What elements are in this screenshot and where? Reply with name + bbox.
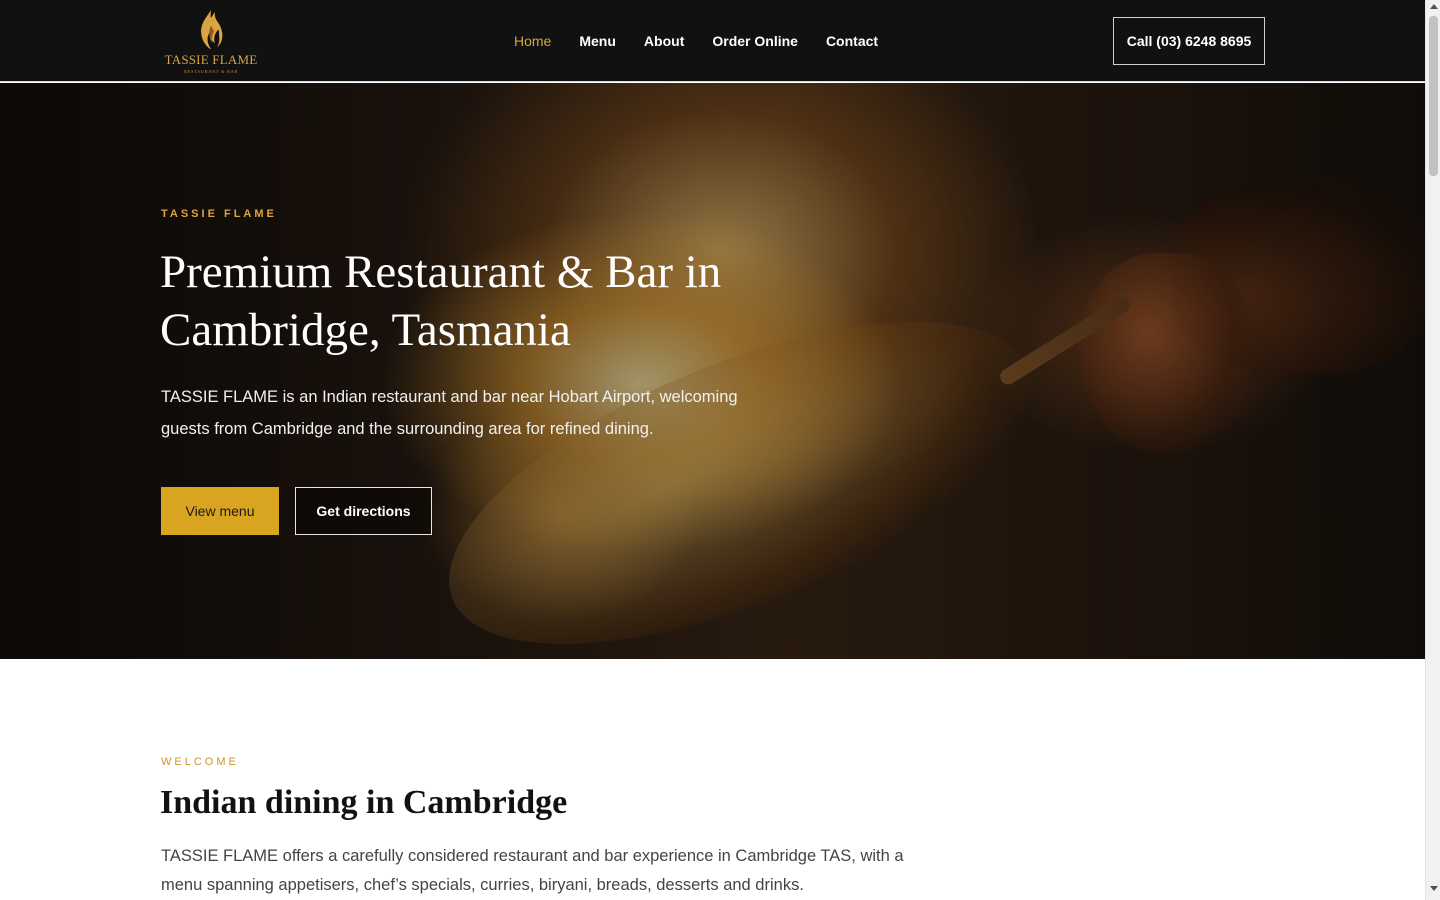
hero-overlay bbox=[0, 83, 1425, 659]
logo-subtitle: RESTAURANT & BAR bbox=[184, 69, 238, 74]
welcome-description: TASSIE FLAME offers a carefully consider… bbox=[161, 847, 904, 894]
nav-about[interactable]: About bbox=[644, 33, 684, 49]
nav-order-online[interactable]: Order Online bbox=[712, 33, 798, 49]
nav-menu[interactable]: Menu bbox=[579, 33, 616, 49]
hero-title: Premium Restaurant & Bar in Cambridge, T… bbox=[160, 246, 722, 356]
view-menu-button[interactable]: View menu bbox=[161, 487, 279, 535]
scroll-down-arrow-icon[interactable] bbox=[1430, 886, 1438, 891]
flame-icon bbox=[201, 9, 223, 50]
hero-eyebrow: TASSIE FLAME bbox=[161, 208, 277, 220]
welcome-eyebrow: WELCOME bbox=[161, 756, 239, 768]
site-header: TASSIE FLAME RESTAURANT & BAR Home Menu … bbox=[0, 0, 1425, 82]
scroll-up-arrow-icon[interactable] bbox=[1430, 4, 1438, 9]
hero-section: TASSIE FLAME Premium Restaurant & Bar in… bbox=[0, 83, 1425, 659]
call-button[interactable]: Call (03) 6248 8695 bbox=[1113, 17, 1265, 65]
hero-description: TASSIE FLAME is an Indian restaurant and… bbox=[161, 388, 738, 438]
get-directions-button[interactable]: Get directions bbox=[295, 487, 432, 535]
main-nav: Home Menu About Order Online Contact bbox=[514, 0, 906, 82]
nav-home[interactable]: Home bbox=[514, 33, 551, 49]
logo-title: TASSIE FLAME bbox=[164, 52, 258, 67]
scrollbar-thumb[interactable] bbox=[1429, 16, 1438, 176]
logo[interactable]: TASSIE FLAME RESTAURANT & BAR bbox=[163, 8, 259, 74]
page-scrollbar[interactable] bbox=[1425, 0, 1440, 900]
welcome-title: Indian dining in Cambridge bbox=[160, 784, 568, 821]
nav-contact[interactable]: Contact bbox=[826, 33, 878, 49]
